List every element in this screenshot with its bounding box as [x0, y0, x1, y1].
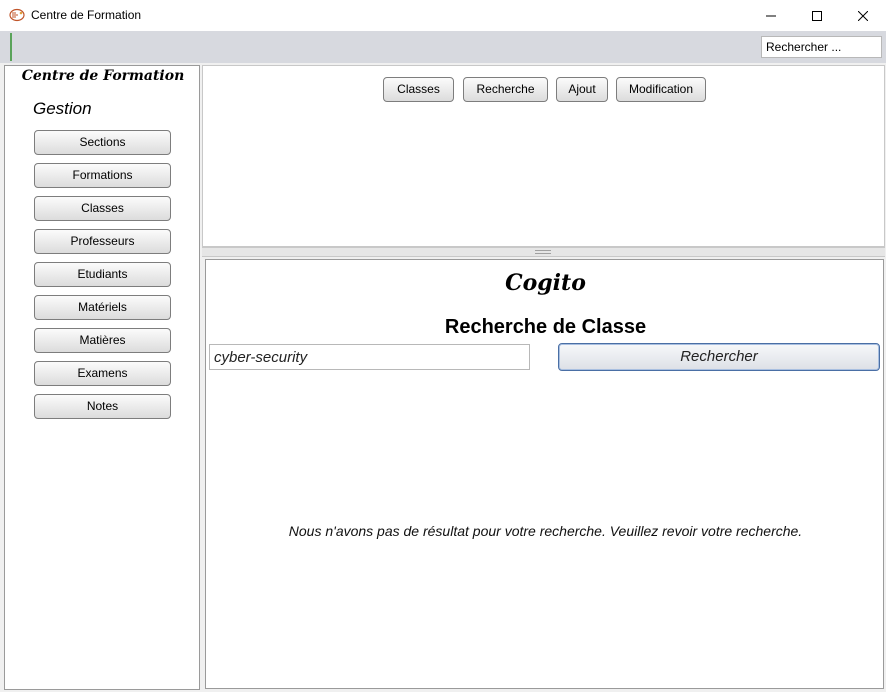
tab-recherche[interactable]: Recherche — [463, 77, 548, 102]
tabs-panel: Classes Recherche Ajout Modification — [202, 65, 885, 247]
drag-handle-icon — [535, 250, 551, 254]
tab-ajout[interactable]: Ajout — [556, 77, 608, 102]
app-window: Centre de Formation Centre de Formation … — [0, 0, 886, 692]
content-brand: Cogito — [505, 270, 586, 296]
search-button[interactable]: Rechercher — [558, 343, 880, 371]
sidebar-brand: Centre de Formation — [21, 68, 185, 84]
sidebar-section-title: Gestion — [33, 99, 92, 118]
split-pane-divider[interactable] — [202, 247, 885, 257]
sidebar-item-examens[interactable]: Examens — [34, 361, 171, 386]
maximize-icon — [812, 10, 822, 21]
tab-modification[interactable]: Modification — [616, 77, 706, 102]
minimize-icon — [766, 15, 776, 16]
sidebar-item-sections[interactable]: Sections — [34, 130, 171, 155]
sidebar-item-professeurs[interactable]: Professeurs — [34, 229, 171, 254]
global-search-input[interactable] — [761, 36, 882, 58]
minimize-button[interactable] — [748, 0, 794, 31]
window-title: Centre de Formation — [31, 8, 142, 22]
no-result-message: Nous n'avons pas de résultat pour votre … — [288, 523, 803, 539]
toolbar — [0, 31, 886, 63]
sidebar-item-classes[interactable]: Classes — [34, 196, 171, 221]
sidebar-item-formations[interactable]: Formations — [34, 163, 171, 188]
app-logo-icon — [9, 8, 25, 22]
maximize-button[interactable] — [794, 0, 840, 31]
sidebar-item-notes[interactable]: Notes — [34, 394, 171, 419]
content-panel: Cogito Recherche de Classe Rechercher No… — [205, 259, 884, 689]
tab-classes[interactable]: Classes — [383, 77, 454, 102]
sidebar-item-etudiants[interactable]: Etudiants — [34, 262, 171, 287]
toolbar-handle — [10, 33, 12, 61]
title-bar: Centre de Formation — [0, 0, 886, 31]
close-button[interactable] — [840, 0, 886, 31]
class-search-input[interactable] — [209, 344, 530, 370]
sidebar: Centre de Formation Gestion Sections For… — [4, 65, 200, 690]
sidebar-item-materiels[interactable]: Matériels — [34, 295, 171, 320]
page-title: Recherche de Classe — [444, 316, 647, 338]
sidebar-item-matieres[interactable]: Matières — [34, 328, 171, 353]
close-icon — [858, 10, 868, 21]
